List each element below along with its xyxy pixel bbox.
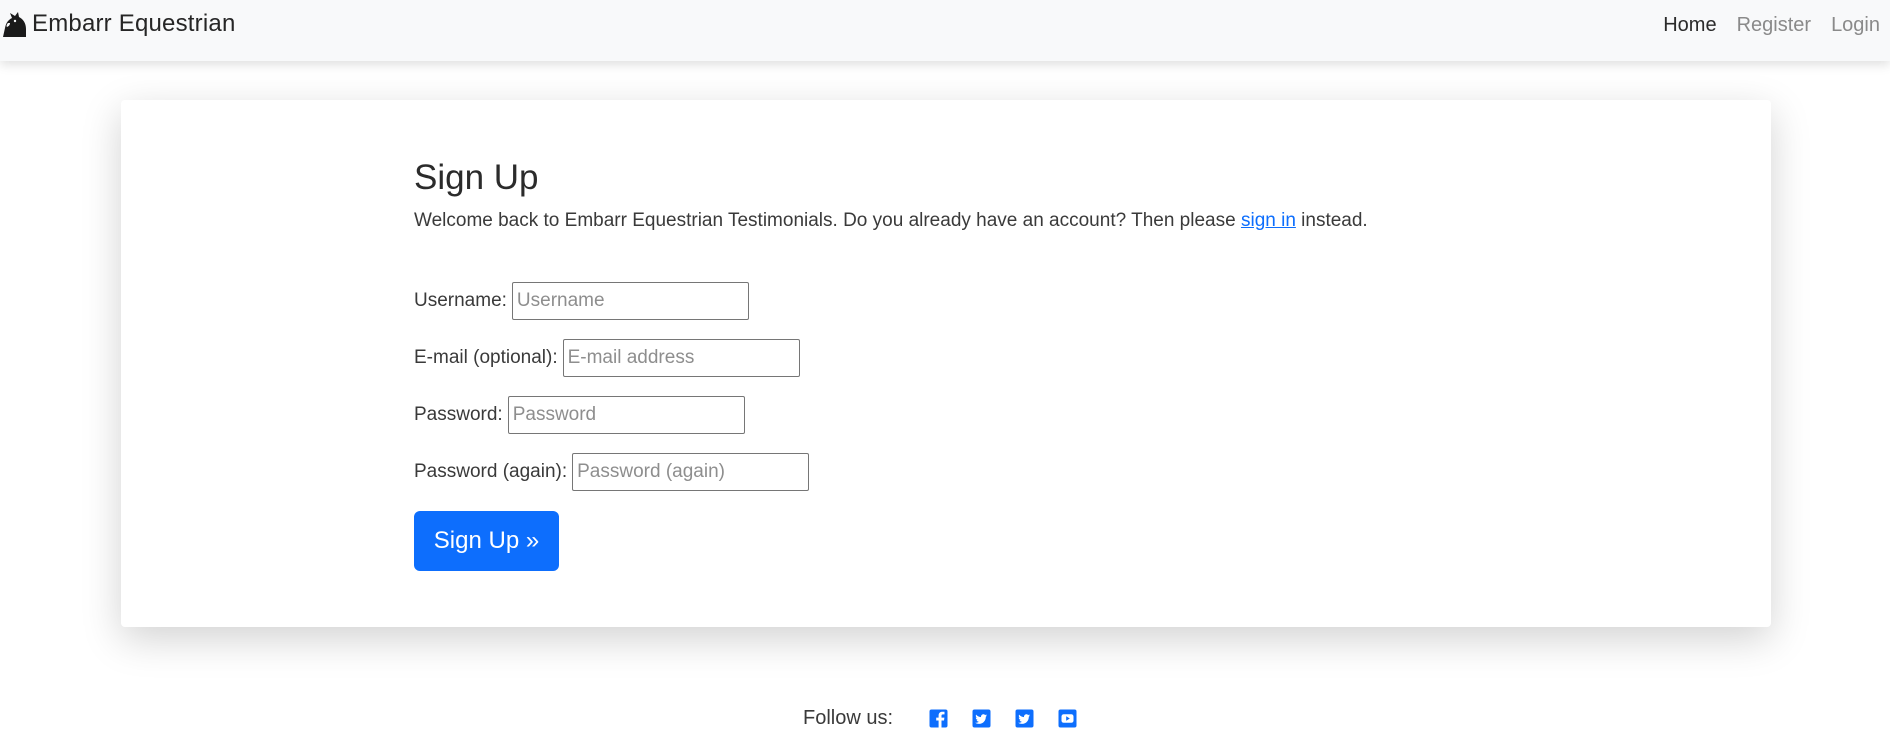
twitter-icon[interactable] xyxy=(1015,709,1034,728)
signup-form: Username: E-mail (optional): Password: P… xyxy=(414,282,1514,571)
password-row: Password: xyxy=(414,396,1514,434)
nav-login-link[interactable]: Login xyxy=(1831,14,1880,37)
email-input[interactable] xyxy=(562,339,800,377)
brand-name: Embarr Equestrian xyxy=(32,10,236,37)
username-label: Username: xyxy=(414,290,507,311)
password-input[interactable] xyxy=(507,396,745,434)
sign-in-link[interactable]: sign in xyxy=(1241,210,1296,231)
email-row: E-mail (optional): xyxy=(414,339,1514,377)
password-label: Password: xyxy=(414,404,503,425)
navbar: Embarr Equestrian Home Register Login xyxy=(0,0,1890,61)
twitter-icon[interactable] xyxy=(972,709,991,728)
password-again-row: Password (again): xyxy=(414,453,1514,491)
nav-register-link[interactable]: Register xyxy=(1737,14,1811,37)
username-row: Username: xyxy=(414,282,1514,320)
sign-up-button[interactable]: Sign Up » xyxy=(414,511,559,571)
email-label: E-mail (optional): xyxy=(414,347,558,368)
intro-text-start: Welcome back to Embarr Equestrian Testim… xyxy=(414,210,1241,231)
password-again-input[interactable] xyxy=(572,453,810,491)
signup-content: Sign Up Welcome back to Embarr Equestria… xyxy=(414,156,1514,571)
brand-link[interactable]: Embarr Equestrian xyxy=(0,9,236,39)
intro-text-end: instead. xyxy=(1295,210,1368,231)
footer: Follow us: xyxy=(0,707,1890,730)
facebook-icon[interactable] xyxy=(929,709,948,728)
youtube-icon[interactable] xyxy=(1058,709,1077,728)
username-input[interactable] xyxy=(511,282,749,320)
follow-us-label: Follow us: xyxy=(802,707,894,729)
page-title: Sign Up xyxy=(414,158,539,197)
horse-head-icon xyxy=(3,12,26,37)
intro-text: Welcome back to Embarr Equestrian Testim… xyxy=(414,208,1514,234)
nav-links: Home Register Login xyxy=(1643,14,1880,37)
nav-home-link[interactable]: Home xyxy=(1663,14,1716,37)
signup-card: Sign Up Welcome back to Embarr Equestria… xyxy=(121,100,1771,627)
password-again-label: Password (again): xyxy=(414,461,568,482)
